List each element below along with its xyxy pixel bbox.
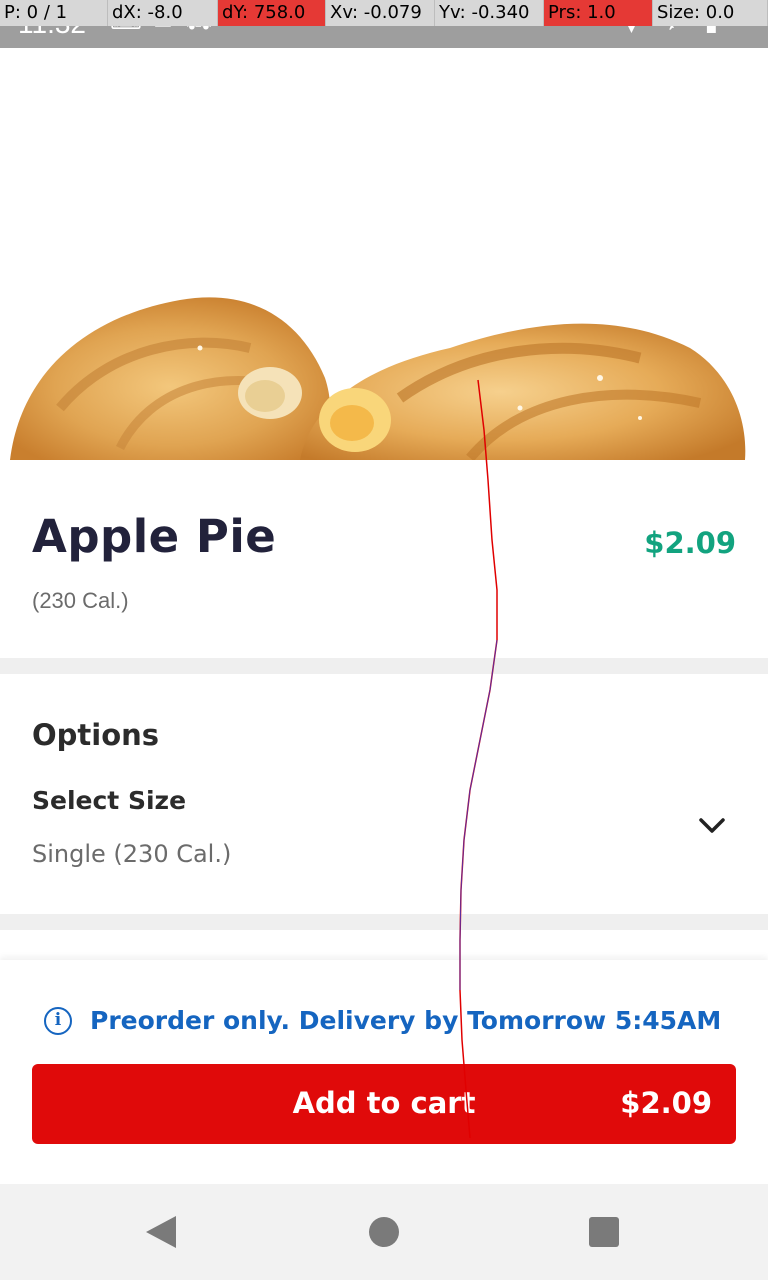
pointer-pressure: Prs: 1.0 xyxy=(544,0,653,26)
recents-icon[interactable] xyxy=(589,1217,619,1247)
pointer-dx: dX: -8.0 xyxy=(108,0,218,26)
bottom-action-panel: i Preorder only. Delivery by Tomorrow 5:… xyxy=(0,960,768,1184)
info-icon: i xyxy=(44,1006,72,1035)
screen: 11:32 ⌨ ✉ ⛟ ▼ ✈ ▮ P: 0 / 1 dX: -8.0 dY: … xyxy=(0,0,768,1280)
options-title: Options xyxy=(32,718,160,752)
section-divider xyxy=(0,658,768,674)
product-image xyxy=(0,48,768,460)
preorder-notice-text: Preorder only. Delivery by Tomorrow 5:45… xyxy=(90,1006,722,1035)
apple-pie-illustration xyxy=(10,297,746,460)
pointer-location-overlay: P: 0 / 1 dX: -8.0 dY: 758.0 Xv: -0.079 Y… xyxy=(0,0,768,26)
options-section: Options Select Size Single (230 Cal.) xyxy=(0,674,768,914)
product-header: Apple Pie $2.09 (230 Cal.) xyxy=(0,460,768,658)
chevron-down-icon[interactable] xyxy=(696,814,728,838)
select-size-value: Single (230 Cal.) xyxy=(32,840,232,868)
pointer-xv: Xv: -0.079 xyxy=(326,0,435,26)
add-to-cart-button[interactable]: Add to cart $2.09 xyxy=(32,1064,736,1144)
section-divider xyxy=(0,914,768,930)
system-nav-bar xyxy=(0,1184,768,1280)
product-price: $2.09 xyxy=(644,526,736,560)
add-to-cart-price: $2.09 xyxy=(620,1086,712,1120)
product-name: Apple Pie xyxy=(32,510,277,563)
product-calories: (230 Cal.) xyxy=(32,588,129,613)
select-size-label: Select Size xyxy=(32,786,187,815)
pointer-count: P: 0 / 1 xyxy=(0,0,108,26)
home-icon[interactable] xyxy=(369,1217,399,1247)
preorder-notice: i Preorder only. Delivery by Tomorrow 5:… xyxy=(44,1006,721,1035)
pointer-dy: dY: 758.0 xyxy=(218,0,326,26)
pointer-yv: Yv: -0.340 xyxy=(435,0,544,26)
back-icon[interactable] xyxy=(146,1216,176,1248)
pointer-size: Size: 0.0 xyxy=(653,0,768,26)
